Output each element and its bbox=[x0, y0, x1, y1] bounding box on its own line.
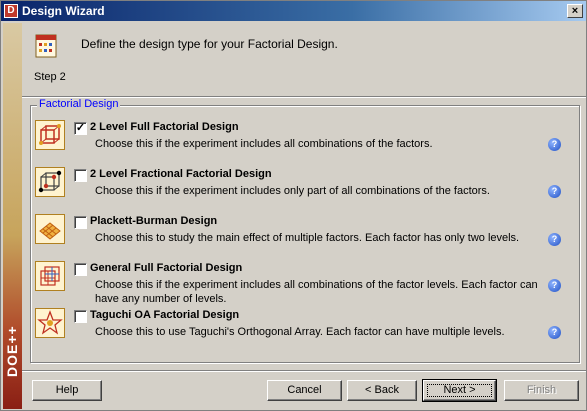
general-factorial-checkbox[interactable] bbox=[74, 263, 87, 276]
wizard-step-icon bbox=[34, 31, 58, 59]
plackett-burman-checkbox[interactable] bbox=[74, 216, 87, 229]
help-icon[interactable]: ? bbox=[548, 326, 561, 339]
page-instruction: Define the design type for your Factoria… bbox=[81, 37, 338, 51]
option-plackett-burman: Plackett-Burman Design Choose this to st… bbox=[35, 214, 575, 258]
focus-rect bbox=[427, 384, 492, 397]
option-title[interactable]: Plackett-Burman Design bbox=[90, 215, 217, 227]
fractional-factorial-cube-icon bbox=[35, 167, 65, 197]
footer-divider bbox=[22, 370, 586, 372]
help-button[interactable]: Help bbox=[32, 380, 102, 401]
app-icon: D bbox=[4, 4, 18, 18]
option-title[interactable]: General Full Factorial Design bbox=[90, 262, 242, 274]
option-taguchi: Taguchi OA Factorial Design Choose this … bbox=[35, 308, 575, 352]
help-icon[interactable]: ? bbox=[548, 185, 561, 198]
general-factorial-grid-icon bbox=[35, 261, 65, 291]
option-description: Choose this if the experiment includes a… bbox=[95, 138, 433, 150]
option-description: Choose this to use Taguchi's Orthogonal … bbox=[95, 326, 505, 338]
taguchi-checkbox[interactable] bbox=[74, 310, 87, 323]
option-general-factorial: General Full Factorial Design Choose thi… bbox=[35, 261, 575, 305]
option-title[interactable]: 2 Level Full Factorial Design bbox=[90, 121, 239, 133]
brand-logo: DOE++ bbox=[4, 325, 20, 377]
close-button[interactable]: × bbox=[567, 4, 583, 18]
step-label: Step 2 bbox=[34, 71, 66, 83]
design-wizard-window: D Design Wizard × DOE++ Step 2 Define th… bbox=[0, 0, 587, 411]
fractional-factorial-checkbox[interactable] bbox=[74, 169, 87, 182]
cancel-button[interactable]: Cancel bbox=[267, 380, 342, 401]
option-full-factorial: ✓ 2 Level Full Factorial Design Choose t… bbox=[35, 120, 575, 164]
help-icon[interactable]: ? bbox=[548, 279, 561, 292]
finish-button: Finish bbox=[504, 380, 579, 401]
wizard-header: Step 2 Define the design type for your F… bbox=[22, 23, 586, 93]
taguchi-star-icon bbox=[35, 308, 65, 338]
next-button[interactable]: Next > bbox=[422, 379, 497, 402]
window-title: Design Wizard bbox=[22, 4, 105, 18]
option-description: Choose this if the experiment includes a… bbox=[95, 279, 538, 305]
group-title: Factorial Design bbox=[37, 98, 121, 110]
help-icon[interactable]: ? bbox=[548, 233, 561, 246]
help-icon[interactable]: ? bbox=[548, 138, 561, 151]
title-bar[interactable]: D Design Wizard × bbox=[1, 1, 586, 21]
option-title[interactable]: 2 Level Fractional Factorial Design bbox=[90, 168, 272, 180]
option-title[interactable]: Taguchi OA Factorial Design bbox=[90, 309, 239, 321]
option-description: Choose this to study the main effect of … bbox=[95, 232, 520, 244]
option-description: Choose this if the experiment includes o… bbox=[95, 185, 490, 197]
option-fractional-factorial: 2 Level Fractional Factorial Design Choo… bbox=[35, 167, 575, 211]
full-factorial-cube-icon bbox=[35, 120, 65, 150]
plackett-burman-grid-icon bbox=[35, 214, 65, 244]
full-factorial-checkbox[interactable]: ✓ bbox=[74, 122, 87, 135]
back-button[interactable]: < Back bbox=[347, 380, 417, 401]
